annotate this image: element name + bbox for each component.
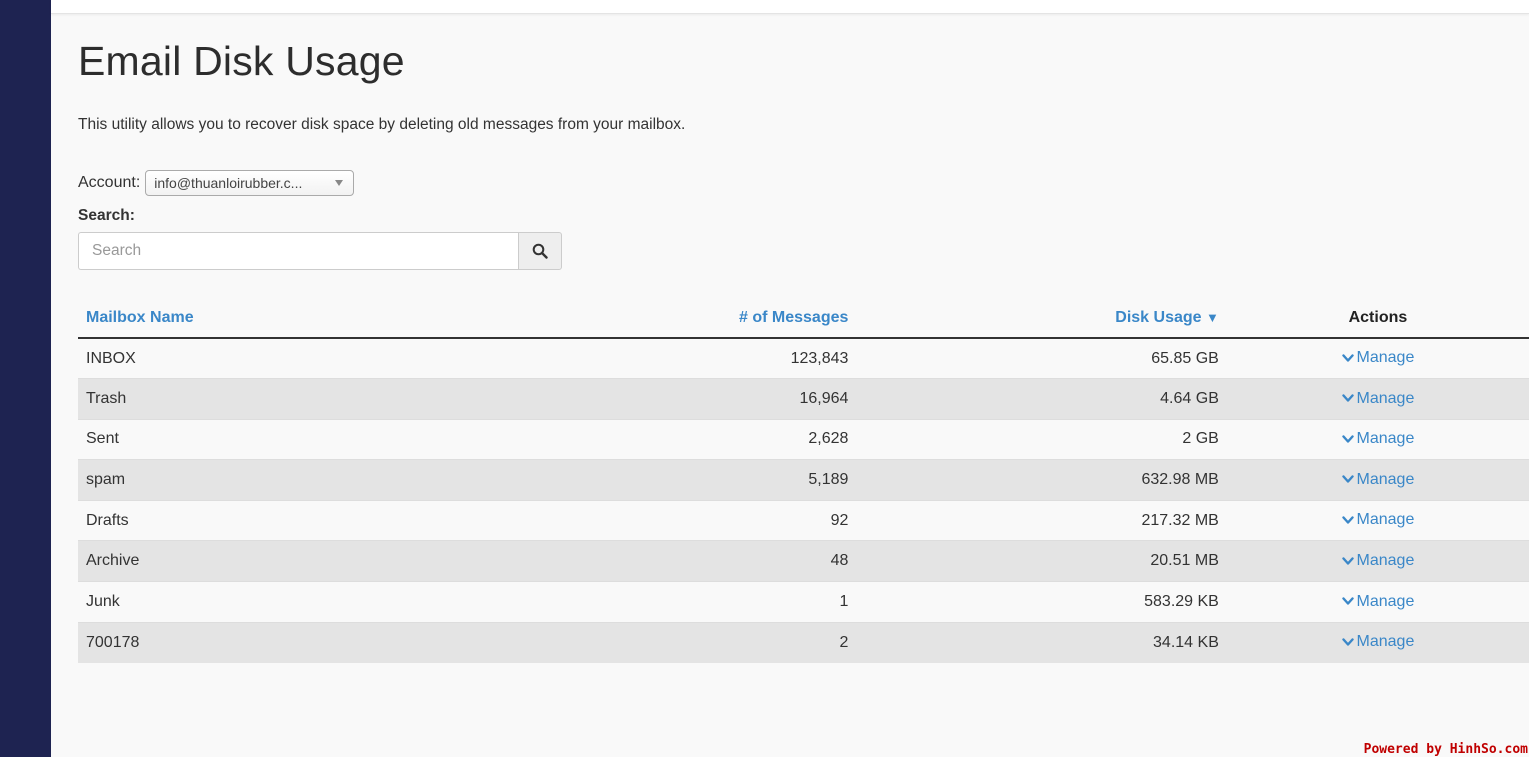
manage-label: Manage	[1356, 511, 1415, 529]
manage-label: Manage	[1356, 389, 1415, 407]
message-count-cell: 5,189	[502, 459, 857, 501]
mailbox-table: Mailbox Name # of Messages Disk Usage ▼ …	[78, 298, 1529, 663]
chevron-down-icon	[1341, 354, 1354, 362]
chevron-down-icon	[1341, 597, 1354, 605]
chevron-down-icon	[1341, 475, 1354, 484]
table-row: 700178 2 34.14 KB Manage	[78, 621, 1529, 663]
disk-usage-header-label: Disk Usage	[1115, 308, 1202, 326]
table-row: spam 5,189 632.98 MB Manage	[78, 459, 1529, 501]
manage-button[interactable]: Manage	[1341, 511, 1415, 529]
table-row: Sent 2,628 2 GB Manage	[78, 418, 1529, 460]
actions-cell: Manage	[1226, 378, 1529, 420]
table-row: Archive 48 20.51 MB Manage	[78, 540, 1529, 582]
table-header-row: Mailbox Name # of Messages Disk Usage ▼ …	[78, 298, 1529, 339]
sort-messages-link[interactable]: # of Messages	[739, 309, 848, 326]
message-count-cell: 1	[502, 581, 857, 623]
message-count-cell: 16,964	[502, 378, 857, 420]
sort-disk-usage-link[interactable]: Disk Usage ▼	[1115, 309, 1219, 326]
manage-button[interactable]: Manage	[1341, 633, 1415, 651]
chevron-down-icon	[1341, 394, 1354, 402]
table-row: INBOX 123,843 65.85 GB Manage	[78, 337, 1529, 379]
manage-label: Manage	[1356, 470, 1415, 488]
disk-usage-cell: 217.32 MB	[856, 499, 1227, 541]
mailbox-name-cell: spam	[78, 459, 503, 501]
search-icon	[532, 243, 548, 259]
mailbox-table-container: Mailbox Name # of Messages Disk Usage ▼ …	[78, 298, 1529, 663]
caret-down-icon	[335, 180, 344, 186]
page-description: This utility allows you to recover disk …	[78, 116, 686, 133]
column-header-actions: Actions	[1226, 298, 1529, 339]
manage-button[interactable]: Manage	[1341, 470, 1415, 489]
table-row: Junk 1 583.29 KB Manage	[78, 581, 1529, 623]
disk-usage-cell: 20.51 MB	[856, 540, 1227, 582]
search-button[interactable]	[518, 232, 562, 270]
mailbox-name-cell: Sent	[78, 418, 503, 460]
actions-cell: Manage	[1226, 499, 1529, 541]
actions-cell: Manage	[1226, 418, 1529, 460]
top-header-bar	[51, 0, 1529, 14]
table-row: Drafts 92 217.32 MB Manage	[78, 499, 1529, 541]
sort-descending-icon: ▼	[1205, 309, 1219, 325]
page-title: Email Disk Usage	[78, 38, 405, 84]
account-selector-row: Account: info@thuanloirubber.c...	[78, 169, 355, 197]
actions-cell: Manage	[1226, 459, 1529, 501]
manage-label: Manage	[1356, 633, 1415, 651]
chevron-down-icon	[1341, 638, 1354, 646]
table-row: Trash 16,964 4.64 GB Manage	[78, 378, 1529, 420]
search-group	[78, 232, 562, 270]
manage-button[interactable]: Manage	[1341, 430, 1415, 448]
manage-label: Manage	[1356, 552, 1415, 570]
chevron-down-icon	[1341, 516, 1354, 524]
mailbox-table-body: INBOX 123,843 65.85 GB Manage Trash 16,964 4.6…	[78, 337, 1529, 663]
column-header-mailbox-name: Mailbox Name	[78, 298, 503, 339]
disk-usage-cell: 2 GB	[856, 418, 1227, 460]
message-count-cell: 2,628	[502, 418, 857, 460]
column-header-messages: # of Messages	[502, 298, 857, 339]
mailbox-name-cell: Trash	[78, 378, 503, 420]
disk-usage-cell: 34.14 KB	[856, 621, 1227, 663]
left-navigation-bar	[0, 0, 51, 757]
manage-label: Manage	[1356, 430, 1415, 448]
mailbox-name-cell: 700178	[78, 621, 503, 663]
account-selected-value: info@thuanloirubber.c...	[154, 175, 303, 191]
message-count-cell: 123,843	[502, 337, 857, 379]
disk-usage-cell: 583.29 KB	[856, 581, 1227, 623]
actions-cell: Manage	[1226, 337, 1529, 379]
chevron-down-icon	[1341, 435, 1354, 443]
actions-cell: Manage	[1226, 621, 1529, 663]
powered-by-watermark: Powered by HinhSo.com	[1363, 742, 1528, 757]
message-count-cell: 48	[502, 540, 857, 582]
mailbox-name-cell: Drafts	[78, 499, 503, 541]
manage-label: Manage	[1356, 349, 1415, 367]
manage-label: Manage	[1356, 592, 1415, 610]
search-label: Search:	[78, 207, 135, 224]
account-select[interactable]: info@thuanloirubber.c...	[145, 170, 355, 196]
column-header-disk-usage: Disk Usage ▼	[856, 298, 1227, 339]
actions-cell: Manage	[1226, 540, 1529, 582]
account-label: Account:	[78, 174, 141, 191]
manage-button[interactable]: Manage	[1341, 592, 1415, 611]
sort-mailbox-name-link[interactable]: Mailbox Name	[86, 309, 194, 326]
message-count-cell: 2	[502, 621, 857, 663]
mailbox-name-cell: Junk	[78, 581, 503, 623]
manage-button[interactable]: Manage	[1341, 552, 1415, 570]
disk-usage-cell: 4.64 GB	[856, 378, 1227, 420]
mailbox-name-cell: Archive	[78, 540, 503, 582]
chevron-down-icon	[1341, 556, 1354, 565]
disk-usage-cell: 632.98 MB	[856, 459, 1227, 501]
search-input[interactable]	[78, 232, 519, 270]
manage-button[interactable]: Manage	[1341, 349, 1415, 367]
mailbox-name-cell: INBOX	[78, 337, 503, 379]
actions-cell: Manage	[1226, 581, 1529, 623]
manage-button[interactable]: Manage	[1341, 389, 1415, 408]
disk-usage-cell: 65.85 GB	[856, 337, 1227, 379]
message-count-cell: 92	[502, 499, 857, 541]
